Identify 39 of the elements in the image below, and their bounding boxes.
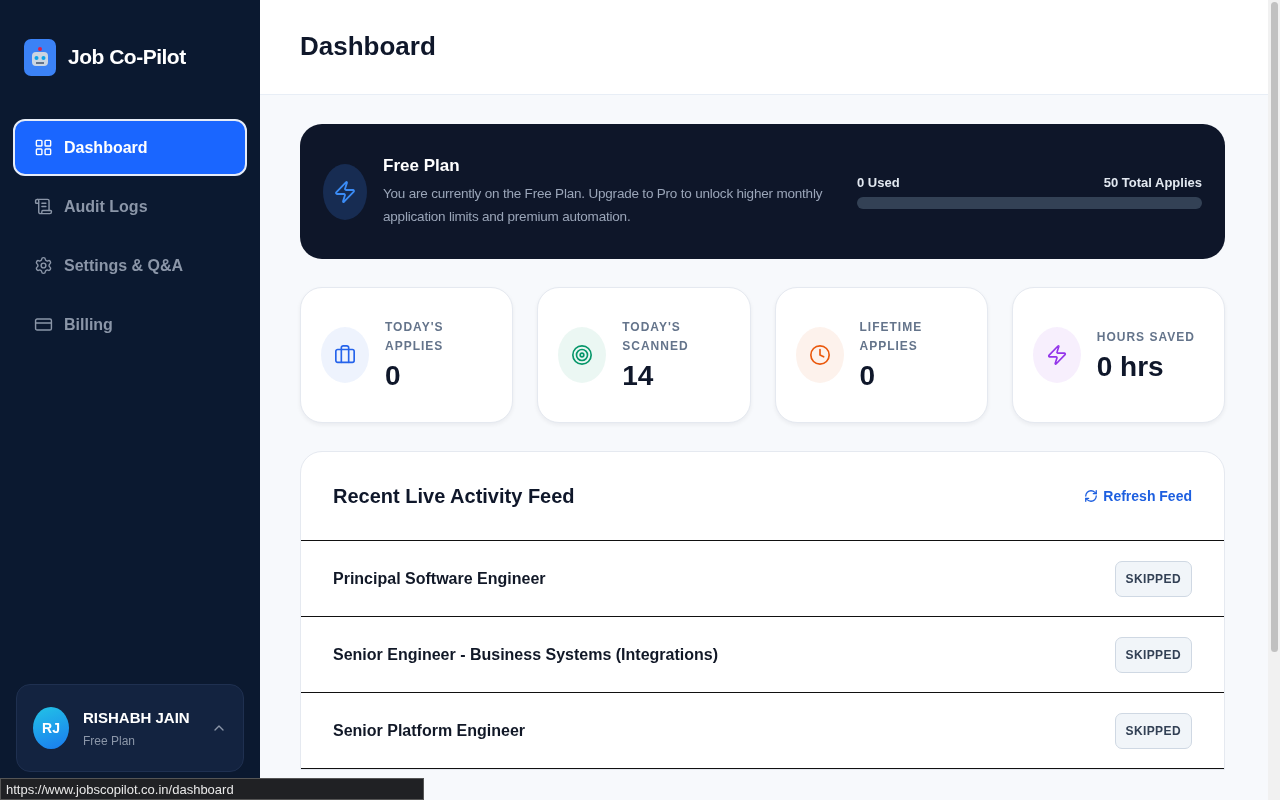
stat-label: TODAY'S APPLIES	[385, 319, 445, 355]
page-title: Dashboard	[300, 30, 436, 62]
stat-label: HOURS SAVED	[1096, 328, 1196, 346]
scroll-icon	[34, 197, 53, 216]
nav-item[interactable]: Settings & Q&A	[13, 237, 247, 294]
user-name: RISHABH JAIN	[83, 708, 191, 726]
refresh-feed-link[interactable]: Refresh Feed	[1084, 488, 1192, 504]
status-url: https://www.jobscopilot.co.in/dashboard	[0, 778, 424, 800]
user-card[interactable]: RJ RISHABH JAIN Free Plan	[16, 684, 244, 772]
usage-total: 50 Total Applies	[1103, 174, 1202, 190]
nav-item[interactable]: Audit Logs	[13, 178, 247, 235]
user-avatar: RJ	[33, 707, 69, 749]
scrollbar[interactable]	[1268, 0, 1280, 800]
job-title: Principal Software Engineer	[333, 569, 546, 588]
settings-icon	[34, 256, 53, 275]
stat-value: 0 hrs	[1096, 350, 1165, 383]
user-plan: Free Plan	[83, 733, 137, 748]
grid-icon	[34, 138, 53, 157]
usage-used: 0 Used	[857, 174, 900, 190]
refresh-icon	[1084, 489, 1099, 503]
nav-item[interactable]: Billing	[13, 296, 247, 353]
status-badge: SKIPPED	[1114, 712, 1192, 749]
credit-card-icon	[34, 315, 53, 334]
plan-title: Free Plan	[383, 155, 461, 176]
job-title: Senior Platform Engineer	[333, 721, 526, 740]
stat-label: TODAY'S SCANNED	[622, 319, 690, 355]
feed-title: Recent Live Activity Feed	[333, 484, 575, 508]
status-badge: SKIPPED	[1114, 560, 1192, 597]
stat-value: 14	[622, 360, 655, 392]
nav-item[interactable]: Dashboard	[13, 119, 247, 176]
stat-value: 0	[385, 360, 402, 392]
plan-icon	[323, 163, 367, 220]
brand-name: Job Co-Pilot	[68, 45, 186, 69]
status-badge: SKIPPED	[1114, 636, 1192, 673]
job-title: Senior Engineer - Business Systems (Integrations)	[333, 645, 718, 664]
robot-logo-icon	[24, 38, 56, 76]
stat-label: LIFETIME APPLIES	[859, 319, 924, 355]
plan-description: You are currently on the Free Plan. Upgrade to Pro to unlock higher monthly application limits and premium automation.	[383, 184, 824, 226]
stat-value: 0	[859, 360, 877, 392]
